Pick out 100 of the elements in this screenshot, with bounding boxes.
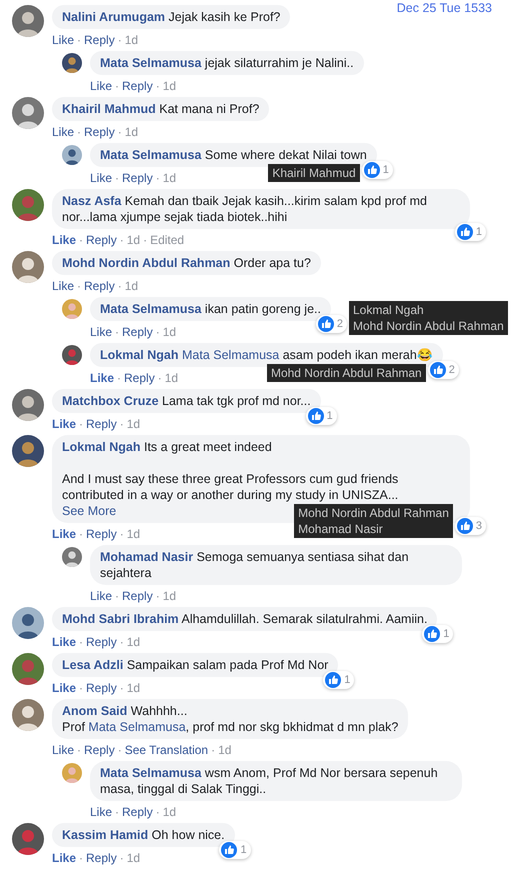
author-name[interactable]: Nasz Asfa [62, 194, 122, 208]
like-icon [430, 362, 446, 378]
avatar[interactable] [12, 823, 44, 855]
like-link[interactable]: Like [52, 33, 74, 47]
reply-link[interactable]: Reply [124, 371, 155, 385]
avatar[interactable] [62, 53, 82, 73]
author-name[interactable]: Mata Selmamusa [100, 302, 202, 316]
comment-text: Mohd Sabri Ibrahim Alhamdulillah. Semarak silatulrahmi. Aamiin. [62, 612, 428, 626]
reply-link[interactable]: Reply [122, 589, 153, 603]
avatar[interactable] [12, 653, 44, 685]
reply-link[interactable]: Reply [122, 171, 153, 185]
author-name[interactable]: Mohamad Nasir [100, 550, 194, 564]
comment-text: Lokmal Ngah Mata Selmamusa asam podeh ikan merah😂 [100, 348, 433, 362]
separator-dot: · [120, 417, 124, 431]
like-icon [364, 162, 380, 178]
comment-text: Nalini Arumugam Jejak kasih ke Prof? [62, 10, 280, 24]
avatar[interactable] [12, 97, 44, 129]
author-name[interactable]: Mohd Nordin Abdul Rahman [62, 256, 230, 270]
like-link[interactable]: Like [52, 681, 76, 695]
like-link[interactable]: Like [90, 805, 112, 819]
mention-link[interactable]: Mata Selmamusa [182, 348, 280, 362]
avatar[interactable] [62, 345, 82, 365]
author-name[interactable]: Anom Said [62, 704, 128, 718]
comment-text: Mohamad Nasir Semoga semuanya sentiasa sihat dan sejahtera [100, 550, 409, 580]
tooltip: Mohd Nordin Abdul Rahman [266, 364, 426, 382]
reply-link[interactable]: Reply [84, 279, 115, 293]
like-link[interactable]: Like [52, 527, 76, 541]
avatar[interactable] [62, 145, 82, 165]
separator-dot: · [79, 417, 84, 431]
comment-text: Khairil Mahmud Kat mana ni Prof? [62, 102, 260, 116]
avatar[interactable] [62, 547, 82, 567]
comment-time: 1d [162, 589, 176, 603]
author-name[interactable]: Mata Selmamusa [100, 148, 202, 162]
like-link[interactable]: Like [90, 171, 112, 185]
comment-text: Mata Selmamusa ikan patin goreng je.. [100, 302, 321, 316]
separator-dot: · [79, 527, 84, 541]
like-link[interactable]: Like [90, 371, 114, 385]
reply-link[interactable]: Reply [84, 743, 115, 757]
avatar[interactable] [12, 435, 44, 467]
reply-link[interactable]: Reply [122, 325, 153, 339]
reply-link[interactable]: Reply [86, 635, 117, 649]
tooltip: Khairil Mahmud [268, 164, 360, 182]
like-link[interactable]: Like [52, 279, 74, 293]
author-name[interactable]: Lokmal Ngah [100, 348, 178, 362]
author-name[interactable]: Nalini Arumugam [62, 10, 166, 24]
comment-text: Lesa Adzli Sampaikan salam pada Prof Md Nor [62, 658, 328, 672]
comment-time: 1d [162, 325, 176, 339]
comment-time: 1d [126, 635, 140, 649]
reply-link[interactable]: Reply [86, 527, 117, 541]
reply-link[interactable]: Reply [86, 417, 117, 431]
see-translation-link[interactable]: See Translation [124, 743, 208, 757]
separator-dot: · [115, 805, 120, 819]
like-link[interactable]: Like [52, 417, 76, 431]
avatar[interactable] [12, 251, 44, 283]
avatar[interactable] [12, 5, 44, 37]
author-name[interactable]: Khairil Mahmud [62, 102, 156, 116]
comment-text: Mata Selmamusa jejak silaturrahim je Nalini.. [100, 56, 354, 70]
author-name[interactable]: Mata Selmamusa [100, 766, 202, 780]
comment-time: 1d [124, 125, 138, 139]
author-name[interactable]: Mohd Sabri Ibrahim [62, 612, 179, 626]
avatar[interactable] [12, 607, 44, 639]
comment-text: Anom Said Wahhhh... Prof Mata Selmamusa, prof md nor skg bkhidmat d mn plak? [62, 704, 398, 734]
reply-link[interactable]: Reply [122, 79, 153, 93]
like-icon [325, 672, 342, 688]
author-name[interactable]: Kassim Hamid [62, 828, 148, 842]
like-icon [318, 316, 334, 332]
reply-link[interactable]: Reply [84, 125, 115, 139]
separator-dot: · [156, 589, 160, 603]
author-name[interactable]: Matchbox Cruze [62, 394, 159, 408]
like-link[interactable]: Like [52, 635, 76, 649]
separator-dot: · [158, 371, 162, 385]
like-link[interactable]: Like [52, 125, 74, 139]
comment-text: Lokmal Ngah Its a great meet indeed And I must say these three great Professors cum gud friends contributed in a way or another during my study in UNISZA... [62, 440, 398, 502]
reply-link[interactable]: Reply [84, 33, 115, 47]
tooltip: Lokmal Ngah Mohd Nordin Abdul Rahman [348, 301, 508, 335]
author-name[interactable]: Mata Selmamusa [100, 56, 202, 70]
comment-time: 1d [162, 805, 176, 819]
like-link[interactable]: Like [52, 743, 74, 757]
like-link[interactable]: Like [52, 851, 76, 865]
tooltip: Mohd Nordin Abdul Rahman Mohamad Nasir [294, 504, 453, 538]
like-link[interactable]: Like [52, 233, 76, 247]
reply-link[interactable]: Reply [122, 805, 153, 819]
reply-link[interactable]: Reply [86, 851, 117, 865]
like-link[interactable]: Like [90, 589, 112, 603]
avatar[interactable] [12, 389, 44, 421]
avatar[interactable] [12, 189, 44, 221]
author-name[interactable]: Lokmal Ngah [62, 440, 140, 454]
reply-link[interactable]: Reply [86, 233, 117, 247]
mention-link[interactable]: Mata Selmamusa [88, 720, 186, 734]
comment-text: Mata Selmamusa wsm Anom, Prof Md Nor bersara sepenuh masa, tinggal di Salak Tinggi.. [100, 766, 438, 796]
comment-time: 1d [126, 681, 140, 695]
see-more-link[interactable]: See More [62, 503, 116, 519]
separator-dot: · [118, 279, 122, 293]
avatar[interactable] [12, 699, 44, 731]
author-name[interactable]: Lesa Adzli [62, 658, 124, 672]
like-link[interactable]: Like [90, 325, 112, 339]
reply-link[interactable]: Reply [86, 681, 117, 695]
separator-dot: · [77, 33, 82, 47]
like-link[interactable]: Like [90, 79, 112, 93]
separator-dot: · [120, 527, 124, 541]
